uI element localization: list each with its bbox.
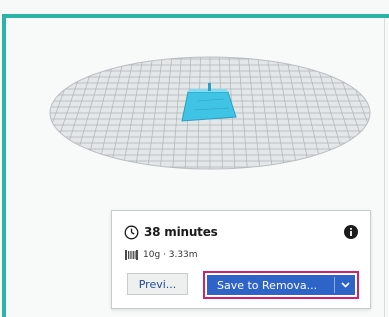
save-button-highlight: Save to Remova... xyxy=(203,271,359,299)
info-icon[interactable] xyxy=(344,225,358,239)
cura-window: 38 minutes 10g · 3.33m Previ... Save to … xyxy=(0,0,389,317)
material-estimate-row: 10g · 3.33m xyxy=(125,248,198,262)
save-button-label: Save to Remova... xyxy=(217,278,318,292)
save-to-removable-button[interactable]: Save to Remova... xyxy=(207,275,355,295)
filament-spool-icon xyxy=(125,250,138,260)
chevron-down-icon[interactable] xyxy=(335,275,355,295)
print-time-row: 38 minutes xyxy=(124,223,218,241)
material-estimate: 10g · 3.33m xyxy=(143,250,198,260)
viewport-divider xyxy=(384,18,385,317)
preview-button[interactable]: Previ... xyxy=(127,273,188,295)
print-time-estimate: 38 minutes xyxy=(144,225,218,239)
print-job-panel: 38 minutes 10g · 3.33m Previ... Save to … xyxy=(111,210,371,309)
clock-icon xyxy=(124,225,139,239)
build-plate[interactable] xyxy=(48,55,372,171)
